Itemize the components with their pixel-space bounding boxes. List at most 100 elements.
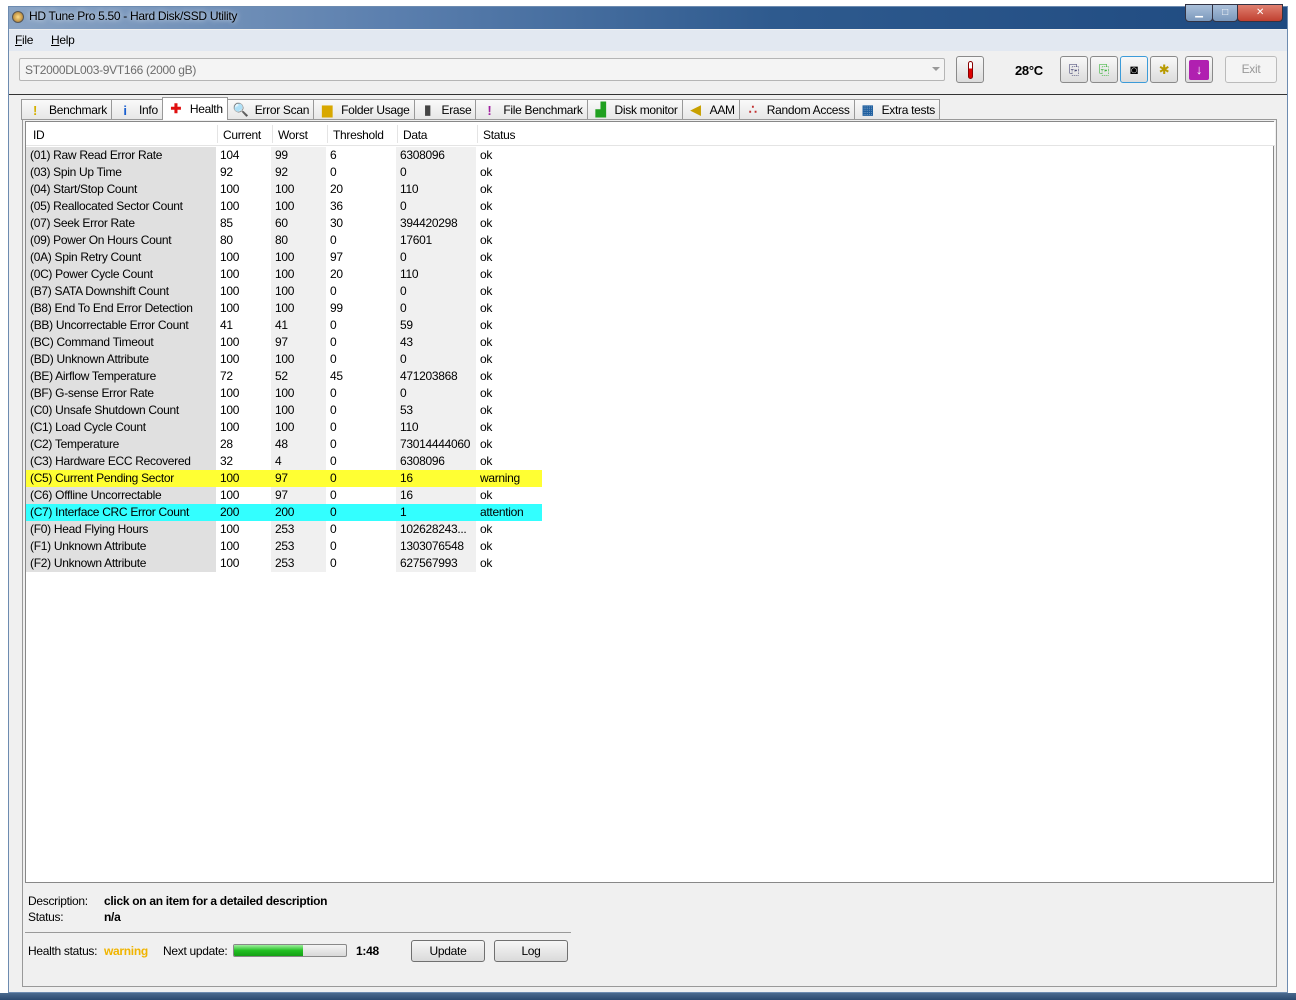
- cell-id: (BE) Airflow Temperature: [26, 368, 216, 385]
- options-icon: ✱: [1158, 61, 1170, 77]
- cell-worst: 100: [271, 266, 326, 283]
- cell-status: ok: [476, 555, 542, 572]
- cell-threshold: 0: [326, 283, 396, 300]
- copy-text-button[interactable]: ⎘: [1060, 56, 1088, 83]
- cell-data: 0: [396, 283, 476, 300]
- cell-current: 100: [216, 402, 271, 419]
- column-header-id[interactable]: ID: [33, 128, 45, 142]
- cell-status: ok: [476, 215, 542, 232]
- cell-data: 6308096: [396, 147, 476, 164]
- tab-benchmark[interactable]: ! Benchmark: [21, 99, 112, 120]
- table-row[interactable]: (04) Start/Stop Count 100 100 20 110 ok: [26, 181, 542, 198]
- table-row[interactable]: (C5) Current Pending Sector 100 97 0 16 warni…: [26, 470, 542, 487]
- update-button[interactable]: Update: [411, 940, 485, 962]
- column-header-data[interactable]: Data: [403, 128, 427, 142]
- tab-label: File Benchmark: [503, 103, 583, 117]
- copy-screenshot-icon: ⎘: [1098, 61, 1110, 77]
- table-row[interactable]: (B7) SATA Downshift Count 100 100 0 0 ok: [26, 283, 542, 300]
- exit-button[interactable]: Exit: [1225, 56, 1277, 83]
- tab-health[interactable]: ✚ Health: [161, 97, 228, 120]
- cell-worst: 253: [271, 521, 326, 538]
- maximize-button[interactable]: □: [1212, 4, 1238, 22]
- cell-current: 41: [216, 317, 271, 334]
- table-row[interactable]: (05) Reallocated Sector Count 100 100 36 0 ok: [26, 198, 542, 215]
- cell-id: (F1) Unknown Attribute: [26, 538, 216, 555]
- cell-status: ok: [476, 453, 542, 470]
- table-row[interactable]: (BD) Unknown Attribute 100 100 0 0 ok: [26, 351, 542, 368]
- table-row[interactable]: (03) Spin Up Time 92 92 0 0 ok: [26, 164, 542, 181]
- cell-threshold: 45: [326, 368, 396, 385]
- cell-id: (01) Raw Read Error Rate: [26, 147, 216, 164]
- table-row[interactable]: (01) Raw Read Error Rate 104 99 6 6308096 ok: [26, 147, 542, 164]
- table-row[interactable]: (C6) Offline Uncorrectable 100 97 0 16 ok: [26, 487, 542, 504]
- table-row[interactable]: (BC) Command Timeout 100 97 0 43 ok: [26, 334, 542, 351]
- random-access-icon: ∴: [748, 102, 757, 117]
- save-button[interactable]: ↓: [1185, 56, 1213, 83]
- column-header-current[interactable]: Current: [223, 128, 261, 142]
- tab-erase[interactable]: ▮ Erase: [413, 99, 477, 120]
- column-header-worst[interactable]: Worst: [278, 128, 308, 142]
- cell-id: (0C) Power Cycle Count: [26, 266, 216, 283]
- cell-data: 0: [396, 164, 476, 181]
- cell-id: (C5) Current Pending Sector: [26, 470, 216, 487]
- table-row[interactable]: (09) Power On Hours Count 80 80 0 17601 ok: [26, 232, 542, 249]
- cell-status: ok: [476, 249, 542, 266]
- tab-extra-tests[interactable]: ▦ Extra tests: [853, 99, 940, 120]
- tab-disk-monitor[interactable]: ▟ Disk monitor: [586, 99, 683, 120]
- minimize-button[interactable]: ▁: [1185, 4, 1213, 22]
- cell-data: 73014444060: [396, 436, 476, 453]
- copy-screenshot-button[interactable]: ⎘: [1090, 56, 1118, 83]
- tab-label: Random Access: [766, 103, 850, 117]
- column-header-threshold[interactable]: Threshold: [333, 128, 384, 142]
- cell-threshold: 0: [326, 419, 396, 436]
- benchmark-icon: !: [32, 102, 38, 118]
- cell-status: ok: [476, 334, 542, 351]
- cell-current: 100: [216, 555, 271, 572]
- cell-data: 0: [396, 300, 476, 317]
- table-row[interactable]: (07) Seek Error Rate 85 60 30 394420298 ok: [26, 215, 542, 232]
- screenshot-button[interactable]: ◙: [1120, 56, 1148, 83]
- menu-help[interactable]: Help: [51, 33, 75, 47]
- cell-current: 100: [216, 385, 271, 402]
- table-row[interactable]: (0C) Power Cycle Count 100 100 20 110 ok: [26, 266, 542, 283]
- table-row[interactable]: (C1) Load Cycle Count 100 100 0 110 ok: [26, 419, 542, 436]
- table-row[interactable]: (F2) Unknown Attribute 100 253 0 627567993 ok: [26, 555, 542, 572]
- table-row[interactable]: (C3) Hardware ECC Recovered 32 4 0 6308096 ok: [26, 453, 542, 470]
- menu-file[interactable]: File: [15, 33, 33, 47]
- health-panel: ID Current Worst Threshold Data Status (01) R…: [22, 119, 1277, 987]
- table-row[interactable]: (F0) Head Flying Hours 100 253 0 102628243..…: [26, 521, 542, 538]
- info-icon: i: [123, 102, 127, 118]
- table-header: ID Current Worst Threshold Data Status: [26, 122, 1275, 146]
- tab-info[interactable]: i Info: [111, 99, 163, 120]
- table-row[interactable]: (C7) Interface CRC Error Count 200 200 0 1 at…: [26, 504, 542, 521]
- table-row[interactable]: (BF) G-sense Error Rate 100 100 0 0 ok: [26, 385, 542, 402]
- table-row[interactable]: (0A) Spin Retry Count 100 100 97 0 ok: [26, 249, 542, 266]
- extra-tests-icon: ▦: [861, 102, 874, 117]
- health-cross-icon: ✚: [170, 101, 182, 116]
- table-row[interactable]: (C0) Unsafe Shutdown Count 100 100 0 53 ok: [26, 402, 542, 419]
- options-button[interactable]: ✱: [1150, 56, 1178, 83]
- column-header-status[interactable]: Status: [483, 128, 516, 142]
- cell-id: (BC) Command Timeout: [26, 334, 216, 351]
- cell-id: (F2) Unknown Attribute: [26, 555, 216, 572]
- details-section: Description: click on an item for a deta…: [28, 888, 628, 928]
- drive-select[interactable]: ST2000DL003-9VT166 (2000 gB): [19, 58, 945, 81]
- table-row[interactable]: (F1) Unknown Attribute 100 253 0 1303076548 o…: [26, 538, 542, 555]
- cell-id: (05) Reallocated Sector Count: [26, 198, 216, 215]
- table-row[interactable]: (BE) Airflow Temperature 72 52 45 471203868 o…: [26, 368, 542, 385]
- temperature-button[interactable]: [956, 56, 984, 83]
- close-button[interactable]: ✕: [1237, 4, 1283, 22]
- tab-folder-usage[interactable]: ▆ Folder Usage: [313, 99, 415, 120]
- table-row[interactable]: (C2) Temperature 28 48 0 73014444060 ok: [26, 436, 542, 453]
- tab-error-scan[interactable]: 🔍 Error Scan: [226, 99, 315, 120]
- cell-data: 1303076548: [396, 538, 476, 555]
- cell-data: 102628243...: [396, 521, 476, 538]
- log-button[interactable]: Log: [494, 940, 568, 962]
- table-row[interactable]: (BB) Uncorrectable Error Count 41 41 0 59 ok: [26, 317, 542, 334]
- table-row[interactable]: (B8) End To End Error Detection 100 100 99 0…: [26, 300, 542, 317]
- tab-file-benchmark[interactable]: ! File Benchmark: [475, 99, 588, 120]
- tab-random-access[interactable]: ∴ Random Access: [738, 99, 855, 120]
- tab-aam[interactable]: ◀ AAM: [681, 99, 740, 120]
- cell-worst: 200: [271, 504, 326, 521]
- cell-worst: 99: [271, 147, 326, 164]
